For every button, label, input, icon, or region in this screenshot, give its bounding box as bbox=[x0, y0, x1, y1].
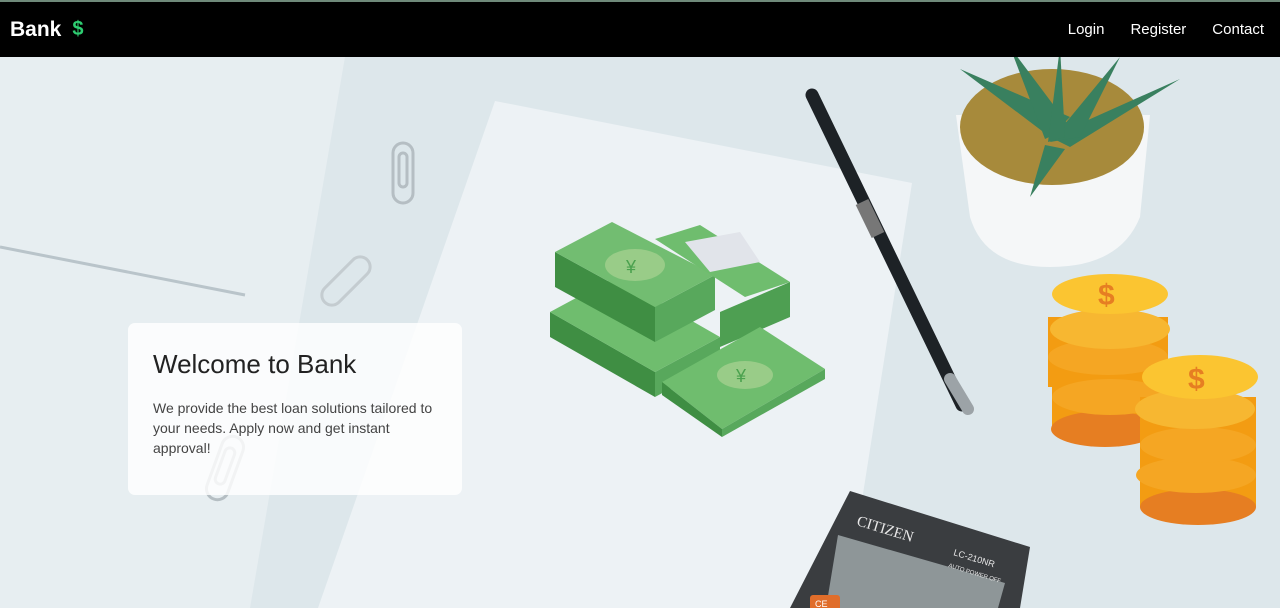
nav-contact-link[interactable]: Contact bbox=[1212, 21, 1264, 38]
welcome-card: Welcome to Bank We provide the best loan… bbox=[128, 323, 462, 495]
navbar: Bank $ Login Register Contact bbox=[0, 2, 1280, 57]
brand[interactable]: Bank $ bbox=[10, 18, 83, 42]
brand-name: Bank bbox=[10, 17, 62, 41]
svg-text:$: $ bbox=[1098, 279, 1115, 312]
svg-text:CE: CE bbox=[815, 599, 828, 608]
dollar-sign-icon: $ bbox=[72, 18, 84, 40]
svg-text:¥: ¥ bbox=[735, 366, 747, 386]
nav-login-link[interactable]: Login bbox=[1068, 21, 1105, 38]
welcome-description: We provide the best loan solutions tailo… bbox=[153, 400, 433, 456]
hero-section: ¥ ¥ $ $ CITIZEN LC-210NR AUTO POWER OFF … bbox=[0, 57, 1280, 608]
welcome-title: Welcome to Bank bbox=[153, 349, 357, 379]
nav-links: Login Register Contact bbox=[1042, 21, 1264, 38]
svg-text:¥: ¥ bbox=[625, 257, 637, 277]
coin-stack-icon: $ bbox=[1135, 355, 1258, 525]
svg-text:$: $ bbox=[1188, 363, 1205, 396]
nav-register-link[interactable]: Register bbox=[1130, 21, 1186, 38]
